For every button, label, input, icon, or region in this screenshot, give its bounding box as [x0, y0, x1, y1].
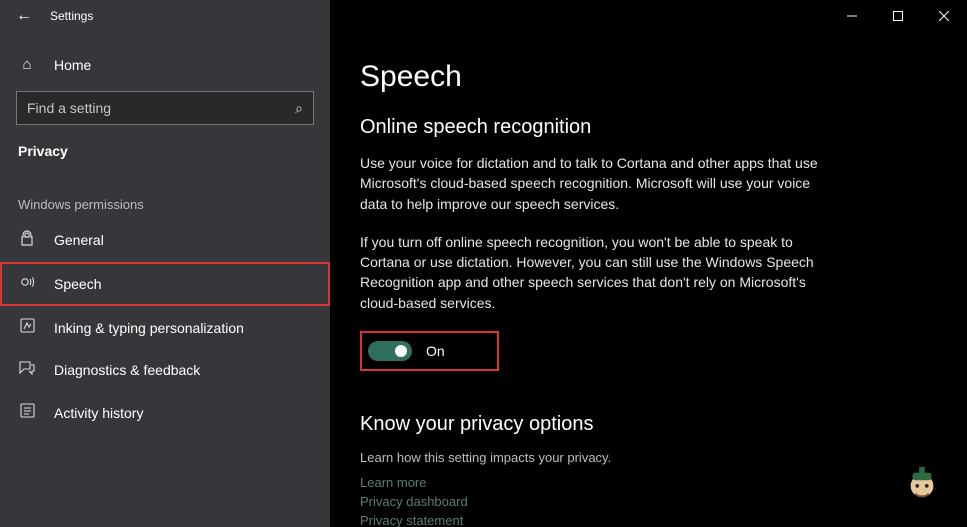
group-label: Windows permissions	[0, 177, 330, 218]
sidebar-item-label: General	[54, 232, 104, 248]
sidebar-item-speech[interactable]: Speech	[0, 262, 330, 306]
feedback-icon	[18, 361, 36, 379]
sidebar-item-label: Speech	[54, 276, 101, 292]
home-label: Home	[54, 57, 91, 73]
home-nav[interactable]: ⌂ Home	[0, 44, 330, 85]
history-icon	[18, 403, 36, 422]
privacy-options-sub: Learn how this setting impacts your priv…	[360, 450, 937, 465]
sidebar-item-label: Diagnostics & feedback	[54, 362, 200, 378]
learn-more-link[interactable]: Learn more	[360, 475, 937, 490]
toggle-knob	[395, 345, 407, 357]
description-1: Use your voice for dictation and to talk…	[360, 153, 840, 214]
maximize-button[interactable]	[875, 0, 921, 32]
lock-icon	[18, 230, 36, 250]
home-icon: ⌂	[18, 56, 36, 73]
speech-icon	[18, 274, 36, 294]
back-arrow-icon[interactable]: ←	[16, 7, 32, 25]
sidebar-item-activity[interactable]: Activity history	[0, 391, 330, 434]
privacy-options-title: Know your privacy options	[360, 413, 937, 436]
close-button[interactable]	[921, 0, 967, 32]
category-heading: Privacy	[0, 135, 330, 177]
sidebar-item-label: Inking & typing personalization	[54, 320, 244, 336]
sidebar-item-inking[interactable]: Inking & typing personalization	[0, 306, 330, 349]
minimize-button[interactable]	[829, 0, 875, 32]
page-title: Speech	[360, 60, 937, 94]
window-controls	[829, 0, 967, 32]
sidebar-item-diagnostics[interactable]: Diagnostics & feedback	[0, 349, 330, 391]
privacy-statement-link[interactable]: Privacy statement	[360, 513, 937, 527]
description-2: If you turn off online speech recognitio…	[360, 232, 840, 313]
app-title: Settings	[50, 9, 93, 23]
mascot-icon	[903, 465, 941, 503]
search-input[interactable]	[27, 100, 295, 116]
main-content: Speech Online speech recognition Use you…	[330, 32, 967, 527]
inking-icon	[18, 318, 36, 337]
title-bar: ← Settings	[0, 0, 967, 32]
sidebar-item-general[interactable]: General	[0, 218, 330, 262]
sidebar-item-label: Activity history	[54, 405, 143, 421]
sidebar: ⌂ Home ⌕ Privacy Windows permissions Gen…	[0, 32, 330, 527]
speech-toggle-block: On	[360, 331, 499, 371]
search-icon: ⌕	[295, 100, 303, 117]
speech-toggle[interactable]	[368, 341, 412, 361]
section-title: Online speech recognition	[360, 116, 937, 139]
privacy-dashboard-link[interactable]: Privacy dashboard	[360, 494, 937, 509]
toggle-state-label: On	[426, 343, 445, 359]
search-box[interactable]: ⌕	[16, 91, 314, 125]
